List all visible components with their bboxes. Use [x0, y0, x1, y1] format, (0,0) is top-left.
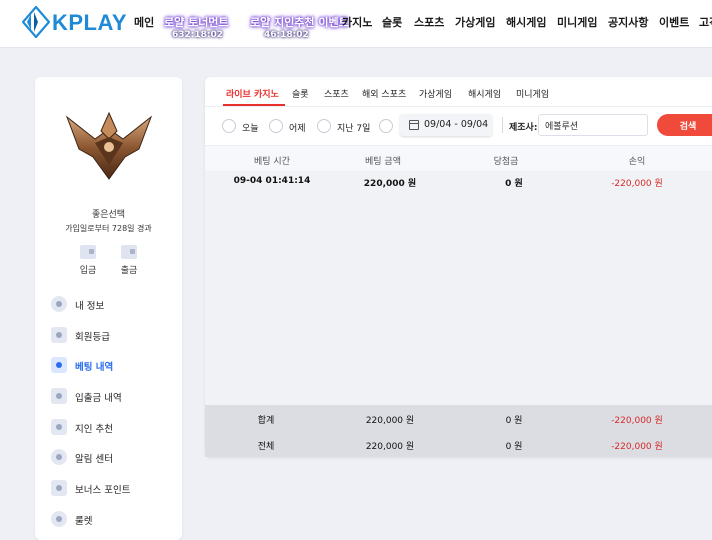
tab-virtual-games[interactable]: 가상게임: [419, 87, 452, 100]
menu-label: 알림 센터: [75, 454, 113, 465]
total-winnings: 0 원: [505, 442, 523, 452]
radio-label: 오늘: [242, 124, 259, 134]
total-profit-loss: -220,000 원: [611, 442, 663, 452]
deposit-wallet-icon: [80, 245, 96, 259]
nav-slot[interactable]: 슬롯: [382, 14, 402, 30]
radio-label: 어제: [289, 124, 306, 134]
cell-winnings: 0 원: [505, 179, 523, 189]
level-icon: [51, 327, 67, 343]
history-icon: [51, 357, 67, 373]
referral-countdown: 46:18:02: [264, 30, 309, 40]
tab-live-casino[interactable]: 라이브 카지노: [226, 87, 279, 100]
withdraw-label: 출금: [120, 266, 138, 276]
menu-betting-history[interactable]: 베팅 내역: [51, 356, 171, 374]
date-range-picker[interactable]: 09/04 - 09/04: [400, 114, 492, 136]
nav-customer[interactable]: 고객: [699, 14, 712, 30]
cell-profit-loss: -220,000 원: [611, 179, 663, 189]
nav-royal-tournament[interactable]: 로얄 토너먼트: [164, 14, 229, 30]
rank-emblem-icon: [65, 111, 153, 180]
game-category-tabs: 라이브 카지노 슬롯 스포츠 해외 스포츠 가상게임 해시게임 미니게임: [205, 77, 712, 107]
total-row: 전체 220,000 원 0 원 -220,000 원: [205, 431, 712, 457]
cell-bet-time: 09-04 01:41:14: [233, 176, 311, 186]
nav-hash-games[interactable]: 해시게임: [506, 14, 546, 30]
cell-bet-amount: 220,000 원: [363, 179, 417, 189]
nav-sports[interactable]: 스포츠: [414, 14, 444, 30]
radio-circle: [379, 119, 393, 133]
menu-member-level[interactable]: 회원등급: [51, 326, 171, 344]
maker-label: 제조사:: [509, 123, 538, 133]
heart-icon: [51, 419, 67, 435]
menu-bonus-points[interactable]: 보너스 포인트: [51, 479, 171, 497]
radio-label: 지난 7일: [337, 124, 371, 134]
col-winnings: 당첨금: [493, 157, 519, 167]
table-body: 09-04 01:41:14 220,000 원 0 원 -220,000 원: [205, 171, 712, 405]
total-label: 전체: [257, 442, 275, 452]
gift-icon: [51, 480, 67, 496]
wallet-icon: [51, 388, 67, 404]
tab-sports[interactable]: 스포츠: [324, 87, 349, 100]
profile-icon: [51, 296, 67, 312]
brand-name: KPLAY: [52, 10, 128, 35]
maker-select[interactable]: [538, 114, 648, 136]
menu-label: 보너스 포인트: [75, 485, 131, 496]
tab-slot[interactable]: 슬롯: [292, 87, 309, 100]
radio-circle: [269, 119, 283, 133]
menu-referral[interactable]: 지인 추천: [51, 418, 171, 436]
top-navigation-bar: KPLAY 메인 로얄 토너먼트 632:18:02 로얄 지인추천 이벤트 4…: [0, 0, 712, 48]
table-row[interactable]: 09-04 01:41:14 220,000 원 0 원 -220,000 원: [205, 171, 712, 191]
total-bet-amount: 220,000 원: [365, 442, 415, 452]
nav-casino[interactable]: 카지노: [342, 14, 372, 30]
nav-notice[interactable]: 공지사항: [608, 14, 648, 30]
filter-divider: [502, 117, 503, 133]
deposit-label: 입금: [79, 266, 97, 276]
menu-label: 베팅 내역: [75, 362, 114, 373]
kplay-logo-icon: [22, 6, 50, 38]
date-range-text: 09/04 - 09/04: [424, 119, 489, 130]
withdraw-button[interactable]: 출금: [114, 245, 144, 276]
bell-icon: [51, 449, 67, 465]
withdraw-wallet-icon: [121, 245, 137, 259]
summary-profit-loss: -220,000 원: [611, 416, 663, 426]
radio-circle: [317, 119, 331, 133]
col-bet-time: 베팅 시간: [254, 157, 290, 167]
menu-label: 입출금 내역: [75, 393, 122, 404]
menu-notification-center[interactable]: 알림 센터: [51, 448, 171, 466]
menu-transaction-history[interactable]: 입출금 내역: [51, 387, 171, 405]
joined-days: 가입일로부터 728일 경과: [65, 224, 152, 233]
table-footer: 합계 220,000 원 0 원 -220,000 원 전체 220,000 원…: [205, 405, 712, 457]
summary-winnings: 0 원: [505, 416, 523, 426]
col-bet-amount: 베팅 금액: [365, 157, 401, 167]
summary-bet-amount: 220,000 원: [365, 416, 415, 426]
tab-overseas-sports[interactable]: 해외 스포츠: [362, 87, 406, 100]
col-profit-loss: 손익: [628, 157, 646, 167]
nav-mini-games[interactable]: 미니게임: [557, 14, 597, 30]
nav-main[interactable]: 메인: [134, 14, 154, 30]
tab-mini-games[interactable]: 미니게임: [516, 87, 549, 100]
menu-label: 지인 추천: [75, 424, 113, 435]
tournament-countdown: 632:18:02: [172, 30, 224, 40]
menu-roulette[interactable]: 룰렛: [51, 510, 171, 528]
roulette-icon: [51, 511, 67, 527]
active-tab-indicator: [223, 104, 285, 106]
betting-history-panel: 라이브 카지노 슬롯 스포츠 해외 스포츠 가상게임 해시게임 미니게임 오늘 …: [205, 77, 712, 457]
menu-label: 룰렛: [75, 516, 93, 527]
filter-bar: 오늘 어제 지난 7일 09/04 - 09/04 제조사: 검색: [205, 108, 712, 144]
search-button[interactable]: 검색: [657, 114, 712, 136]
menu-label: 회원등급: [75, 332, 110, 343]
table-header: 베팅 시간 베팅 금액 당첨금 손익: [205, 145, 712, 171]
calendar-icon: [409, 120, 419, 130]
deposit-button[interactable]: 입금: [73, 245, 103, 276]
nav-virtual-games[interactable]: 가상게임: [455, 14, 495, 30]
menu-label: 내 정보: [75, 301, 105, 312]
user-nickname: 좋은선택: [91, 210, 126, 220]
radio-circle: [222, 119, 236, 133]
menu-my-info[interactable]: 내 정보: [51, 295, 171, 313]
kplay-logo[interactable]: KPLAY: [22, 6, 127, 38]
summary-row: 합계 220,000 원 0 원 -220,000 원: [205, 405, 712, 431]
summary-label: 합계: [257, 416, 275, 426]
mypage-sidebar: 좋은선택 가입일로부터 728일 경과 입금 출금 내 정보 회원등급 베팅 내…: [35, 77, 182, 540]
tab-hash-games[interactable]: 해시게임: [468, 87, 501, 100]
nav-royal-referral-event[interactable]: 로얄 지인추천 이벤트: [250, 14, 349, 30]
nav-event[interactable]: 이벤트: [659, 14, 689, 30]
